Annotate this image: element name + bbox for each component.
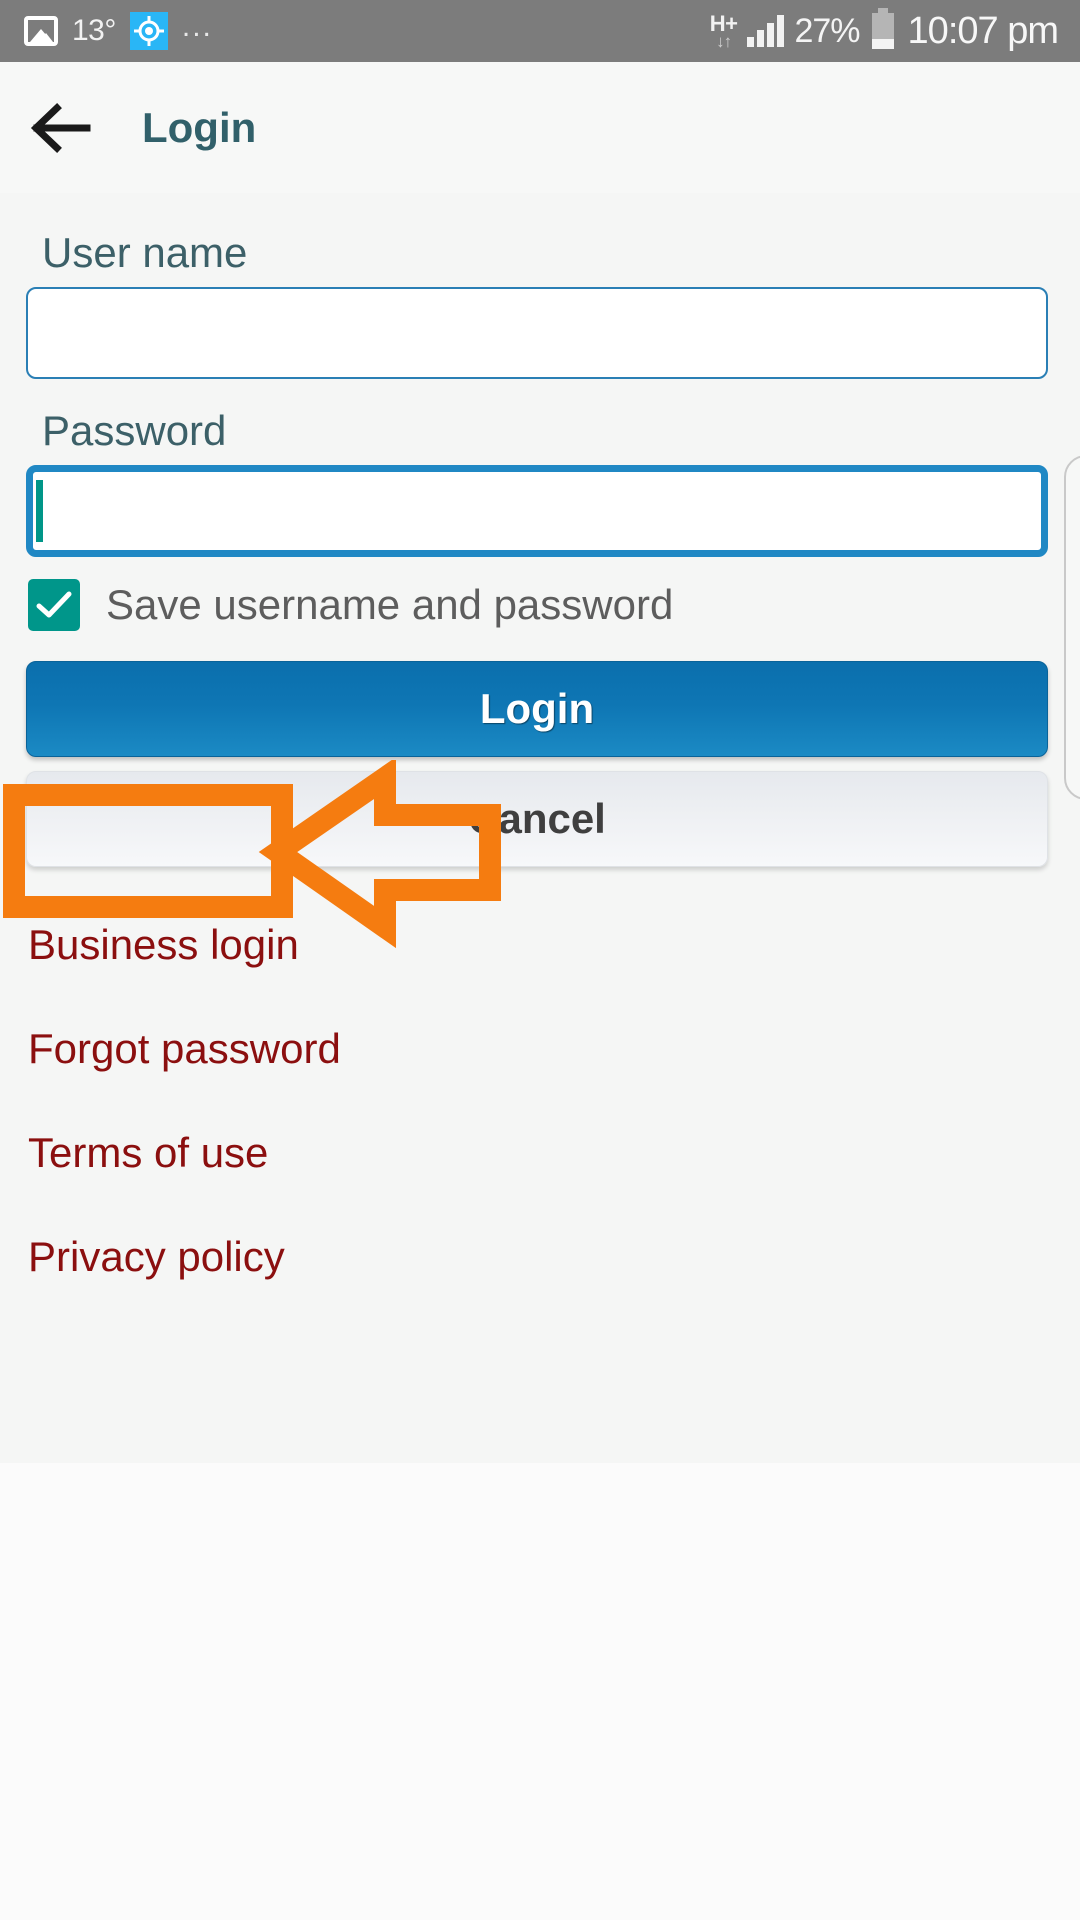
clock-label: 10:07 pm [907,9,1059,52]
photo-icon [24,16,58,46]
status-bar: 13° ... H+ ↓↑ 27% 10:07 pm [0,0,1080,62]
username-input[interactable] [26,287,1048,379]
login-form-panel: User name Password Save username and pas… [0,193,1080,1463]
save-credentials-label: Save username and password [106,581,674,628]
terms-of-use-link[interactable]: Terms of use [26,1129,1054,1177]
text-caret [36,480,43,542]
temperature-label: 13° [72,14,116,47]
checkmark-icon [36,591,72,618]
password-field-group: Password [26,407,1054,557]
app-header: Login [0,62,1080,193]
signal-bars-icon [747,15,785,47]
privacy-policy-link[interactable]: Privacy policy [26,1233,1054,1281]
gps-location-icon [129,12,168,50]
page-title: Login [142,103,257,151]
phone-screen: 13° ... H+ ↓↑ 27% 10:07 pm Login User na… [0,0,1080,1920]
username-field-group: User name [26,229,1054,379]
save-credentials-checkbox[interactable] [28,579,80,631]
offscreen-panel-edge [1064,455,1080,800]
username-label: User name [42,229,248,276]
back-button[interactable] [0,62,110,193]
network-arrows-icon: ↓↑ [716,31,732,51]
forgot-password-link[interactable]: Forgot password [26,1025,1054,1073]
status-bar-left: 13° ... [24,9,213,50]
business-login-link[interactable]: Business login [26,921,1054,969]
password-input[interactable] [26,465,1048,557]
empty-bottom-area [0,1463,1080,1920]
network-type-icon: H+ ↓↑ [710,12,738,51]
login-button[interactable]: Login [26,661,1048,757]
status-bar-right: H+ ↓↑ 27% 10:07 pm [710,8,1059,53]
battery-icon [871,8,894,49]
overflow-dots-icon: ... [181,9,213,43]
cancel-button[interactable]: Cancel [26,771,1048,867]
password-label: Password [42,407,227,454]
battery-percent-label: 27% [794,11,860,50]
save-credentials-row[interactable]: Save username and password [26,579,1054,631]
back-arrow-icon [30,102,91,153]
